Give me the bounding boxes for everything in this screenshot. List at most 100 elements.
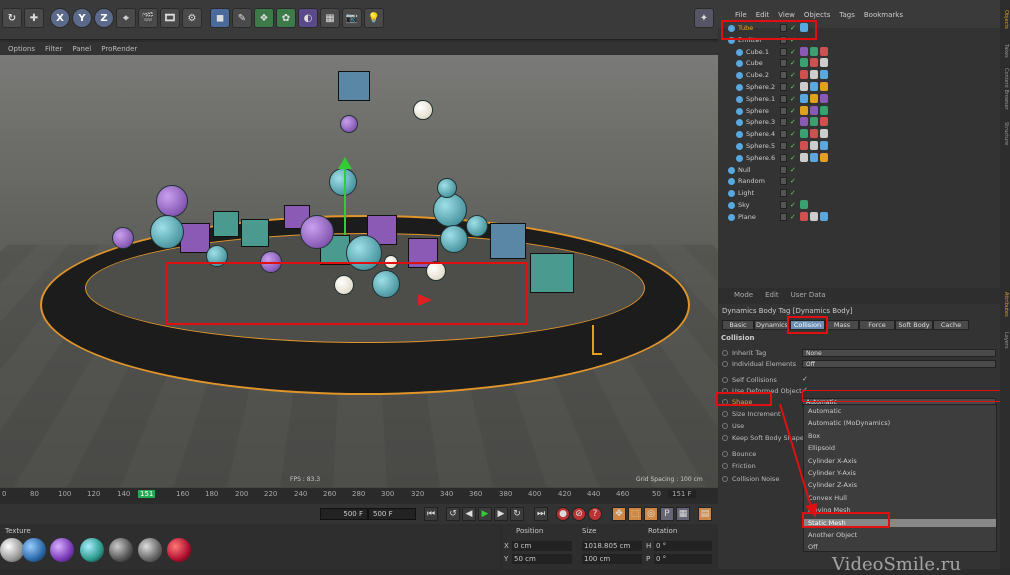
go-to-start-icon[interactable]: ⏮ xyxy=(424,507,438,521)
shape-option[interactable]: Off xyxy=(808,543,818,551)
visibility-toggle[interactable] xyxy=(780,130,787,139)
key-rotation-icon[interactable]: ◎ xyxy=(644,507,658,521)
object-row[interactable]: Sphere.1 ✓ xyxy=(718,93,1000,106)
tag-icon[interactable] xyxy=(800,117,808,127)
visibility-toggle[interactable] xyxy=(780,165,787,174)
object-row[interactable]: Sky ✓ xyxy=(718,200,1000,212)
visibility-toggle[interactable] xyxy=(780,118,787,127)
layout-icon[interactable]: ✦ xyxy=(694,8,714,28)
visibility-toggle[interactable] xyxy=(780,71,787,80)
animate-dot-icon[interactable] xyxy=(722,377,728,383)
object-row[interactable]: Sphere ✓ xyxy=(718,105,1000,118)
shape-option[interactable]: Automatic (MoDynamics) xyxy=(808,419,890,427)
shape-dropdown[interactable]: Automatic Automatic (MoDynamics) Box Ellips… xyxy=(803,404,997,552)
enable-check-icon[interactable]: ✓ xyxy=(790,71,796,79)
object-name[interactable]: Random xyxy=(738,177,765,185)
play-icon[interactable]: ▶ xyxy=(478,507,492,521)
animate-dot-icon[interactable] xyxy=(722,350,728,356)
visibility-toggle[interactable] xyxy=(780,47,787,56)
tag-icon[interactable] xyxy=(820,82,828,91)
right-tab-objects[interactable]: Objects xyxy=(1001,10,1009,29)
autokey-icon[interactable]: ⊘ xyxy=(572,507,586,521)
generator-icon[interactable]: ❖ xyxy=(254,8,274,28)
material-swatch[interactable] xyxy=(80,538,104,562)
object-name[interactable]: Plane xyxy=(738,213,756,221)
key-pla-icon[interactable]: ▦ xyxy=(676,507,690,521)
x-axis-lock-button[interactable]: X xyxy=(50,8,70,28)
object-row[interactable]: Cube.2 ✓ xyxy=(718,70,1000,82)
y-axis-lock-button[interactable]: Y xyxy=(72,8,92,28)
current-frame-field[interactable]: 151 F xyxy=(668,490,696,498)
size-y-field[interactable]: 100 cm xyxy=(582,554,642,564)
enable-check-icon[interactable]: ✓ xyxy=(790,48,796,56)
tag-icon[interactable] xyxy=(800,82,808,91)
object-name[interactable]: Null xyxy=(738,166,751,174)
enable-check-icon[interactable]: ✓ xyxy=(790,154,796,162)
tab-dynamics[interactable]: Dynamics xyxy=(754,320,790,330)
tag-icon[interactable] xyxy=(800,211,808,221)
visibility-toggle[interactable] xyxy=(780,83,787,91)
object-name[interactable]: Cube xyxy=(746,59,763,67)
camera-icon[interactable]: 📷 xyxy=(342,8,362,28)
enable-check-icon[interactable]: ✓ xyxy=(790,142,796,150)
rotation-h-field[interactable]: 0 ° xyxy=(654,541,712,551)
object-name[interactable]: Sphere.1 xyxy=(746,95,775,103)
object-row[interactable]: Plane ✓ xyxy=(718,211,1000,224)
visibility-toggle[interactable] xyxy=(780,94,787,103)
right-tab-takes[interactable]: Takes xyxy=(1001,44,1009,58)
animate-dot-icon[interactable] xyxy=(722,361,728,367)
position-y-field[interactable]: 50 cm xyxy=(512,554,572,564)
tag-icon[interactable] xyxy=(800,93,808,103)
tag-icon[interactable] xyxy=(820,141,828,150)
rotation-p-field[interactable]: 0 ° xyxy=(654,554,712,564)
visibility-toggle[interactable] xyxy=(780,59,787,68)
am-menu-edit[interactable]: Edit xyxy=(765,291,779,304)
tag-icon[interactable] xyxy=(820,152,828,162)
object-name[interactable]: Sphere.2 xyxy=(746,83,775,91)
tag-icon[interactable] xyxy=(800,129,808,139)
enable-check-icon[interactable]: ✓ xyxy=(790,166,796,174)
material-swatch[interactable] xyxy=(167,538,191,562)
visibility-toggle[interactable] xyxy=(780,189,787,198)
coordinate-system-icon[interactable]: ⌖ xyxy=(116,8,136,28)
tag-icon[interactable] xyxy=(820,46,828,56)
tag-icon[interactable] xyxy=(810,58,818,68)
deformer-icon[interactable]: ◐ xyxy=(298,8,318,28)
material-menu-texture[interactable]: Texture xyxy=(5,527,31,535)
object-name[interactable]: Sky xyxy=(738,201,750,209)
y-axis-arrow-icon[interactable] xyxy=(338,157,352,169)
tag-icon[interactable] xyxy=(810,70,818,80)
material-swatch[interactable] xyxy=(50,538,74,562)
tag-icon[interactable] xyxy=(810,129,818,139)
param-value[interactable]: ✓ xyxy=(802,375,808,383)
key-position-icon[interactable]: ✥ xyxy=(612,507,626,521)
tag-icon[interactable] xyxy=(810,117,818,127)
enable-check-icon[interactable]: ✓ xyxy=(790,189,796,197)
go-to-end-icon[interactable]: ⏭ xyxy=(534,507,548,521)
enable-check-icon[interactable]: ✓ xyxy=(790,59,796,67)
tag-icon[interactable] xyxy=(820,58,828,68)
object-row[interactable]: Sphere.2 ✓ xyxy=(718,82,1000,94)
tag-icon[interactable] xyxy=(810,93,818,103)
object-name[interactable]: Sphere.3 xyxy=(746,118,775,126)
tag-icon[interactable] xyxy=(820,105,828,115)
object-row[interactable]: Cube ✓ xyxy=(718,58,1000,70)
floor-icon[interactable]: ▦ xyxy=(320,8,340,28)
tag-icon[interactable] xyxy=(820,93,828,103)
material-swatch[interactable] xyxy=(109,538,133,562)
am-menu-user-data[interactable]: User Data xyxy=(791,291,826,304)
object-name[interactable]: Cube.2 xyxy=(746,71,769,79)
tag-icon[interactable] xyxy=(810,105,818,115)
object-row[interactable]: Null ✓ xyxy=(718,165,1000,177)
object-row[interactable]: Cube.1 ✓ xyxy=(718,46,1000,59)
object-row[interactable]: Sphere.4 ✓ xyxy=(718,129,1000,141)
tag-icon[interactable] xyxy=(810,82,818,91)
tag-icon[interactable] xyxy=(810,46,818,56)
cube-primitive-icon[interactable]: ◼ xyxy=(210,8,230,28)
tag-icon[interactable] xyxy=(800,58,808,68)
z-axis-lock-button[interactable]: Z xyxy=(94,8,114,28)
render-settings-icon[interactable]: ⚙ xyxy=(182,8,202,28)
next-key-icon[interactable]: ↻ xyxy=(510,507,524,521)
right-tab-layers[interactable]: Layers xyxy=(1001,332,1009,349)
visibility-toggle[interactable] xyxy=(780,106,787,115)
